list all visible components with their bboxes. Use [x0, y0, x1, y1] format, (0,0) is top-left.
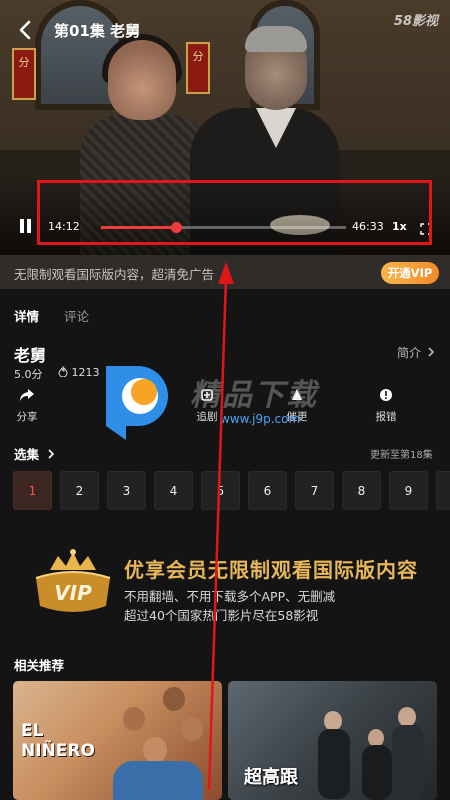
report-icon [356, 388, 416, 404]
episode-item[interactable]: 7 [295, 471, 334, 510]
p-logo-icon [106, 366, 168, 440]
flame-icon [58, 365, 68, 378]
intro-link[interactable]: 简介 [397, 344, 435, 361]
related-card-title: 超高跟 [244, 767, 298, 788]
episodes-update-status: 更新至第18集 [370, 450, 433, 461]
site-brand-url: www.j9p.com [220, 412, 301, 426]
episode-list: 1 2 3 4 5 6 7 8 9 [13, 471, 450, 511]
annotation-highlight-box [37, 180, 432, 245]
related-card-title: EL NIÑERO [21, 721, 95, 761]
pause-icon [20, 219, 24, 233]
player-top-bar: 第01集 老舅 58影视 [0, 0, 450, 60]
episode-item[interactable]: 6 [248, 471, 287, 510]
tab-comments[interactable]: 评论 [64, 306, 89, 325]
episode-item[interactable]: 1 [13, 471, 52, 510]
chevron-right-icon [48, 449, 55, 459]
tab-details[interactable]: 详情 [14, 306, 39, 325]
episode-item[interactable]: 4 [154, 471, 193, 510]
app-watermark: 58影视 [393, 14, 438, 29]
promo-headline: 优享会员无限制观看国际版内容 [124, 558, 418, 582]
site-brand-text: 精品下载 [190, 378, 318, 413]
site-logo-overlay [98, 358, 174, 440]
vip-promo-text: 无限制观看国际版内容，超清免广告 [14, 267, 215, 282]
related-heading: 相关推荐 [14, 658, 65, 673]
episode-item[interactable]: 3 [107, 471, 146, 510]
share-icon [0, 388, 57, 404]
back-button[interactable] [14, 18, 38, 42]
episode-item[interactable]: 5 [201, 471, 240, 510]
vip-crown-badge: VIP [28, 548, 118, 624]
episode-item[interactable]: 9 [389, 471, 428, 510]
related-card[interactable]: EL NIÑERO [13, 681, 222, 800]
vip-promo-banner[interactable]: VIP 优享会员无限制观看国际版内容 不用翻墙、不用下载多个APP、无删减 超过… [0, 540, 450, 630]
promo-line-1: 不用翻墙、不用下载多个APP、无删减 [124, 589, 336, 604]
vip-promo-bar: 无限制观看国际版内容，超清免广告 开通VIP [0, 255, 450, 289]
back-arrow-icon [19, 20, 31, 40]
episode-item[interactable]: 8 [342, 471, 381, 510]
episode-item[interactable]: 2 [60, 471, 99, 510]
rating-score: 5.0分 [14, 368, 43, 381]
episode-item[interactable] [436, 471, 450, 510]
promo-line-2: 超过40个国家热门影片尽在58影视 [124, 608, 319, 623]
vip-badge-text: VIP [54, 581, 92, 605]
episodes-heading[interactable]: 选集 [14, 444, 55, 463]
crown-icon: VIP [35, 549, 111, 612]
episode-title: 第01集 老舅 [54, 22, 141, 40]
related-card[interactable]: 超高跟 [228, 681, 437, 800]
share-button[interactable]: 分享 [0, 388, 57, 424]
like-count: 1213 [58, 365, 100, 379]
show-title: 老舅 [14, 346, 47, 365]
detail-tabs: 详情 评论 [0, 300, 450, 326]
open-vip-button[interactable]: 开通VIP [381, 262, 439, 284]
chevron-right-icon [428, 347, 434, 357]
pause-button[interactable] [18, 218, 34, 234]
report-error-button[interactable]: 报错 [356, 388, 416, 424]
